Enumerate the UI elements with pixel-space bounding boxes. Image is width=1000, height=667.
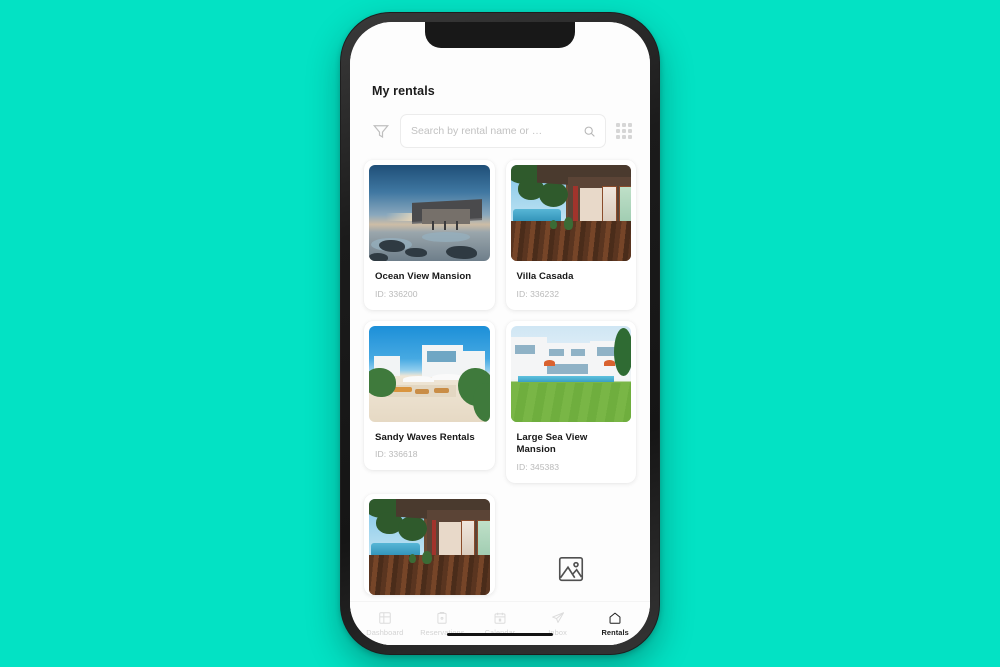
rental-info: Sandy Waves Rentals ID: 336618	[369, 422, 490, 471]
grid-dot	[622, 129, 626, 133]
rental-card[interactable]: Ocean View Mansion ID: 336200	[364, 160, 495, 310]
rental-card[interactable]: Sandy Waves Rentals ID: 336618	[364, 320, 495, 471]
phone-device: My rentals Search by rental name or … Oc…	[340, 12, 660, 655]
rental-name: Villa Casada	[516, 271, 574, 282]
rentals-scroll-area[interactable]: Ocean View Mansion ID: 336200 Villa Casa…	[350, 148, 650, 601]
tab-dashboard[interactable]: Dashboard	[356, 611, 414, 637]
rental-id: ID: 336200	[375, 288, 418, 299]
rental-photo	[369, 165, 490, 261]
rental-id: ID: 336618	[375, 449, 418, 460]
rental-card[interactable]	[364, 493, 495, 595]
rental-info: Villa Casada ID: 336232	[511, 261, 632, 310]
home-icon	[609, 612, 621, 624]
image-placeholder-icon	[558, 556, 583, 582]
grid-dot	[616, 123, 620, 127]
grid-dot	[622, 123, 626, 127]
rental-photo	[369, 325, 490, 422]
calendar-icon	[494, 612, 506, 624]
dashboard-grid-icon	[379, 611, 391, 624]
rental-info: Large Sea View Mansion ID: 345383	[511, 422, 632, 483]
tab-label: Rentals	[601, 627, 629, 637]
grid-dot	[616, 129, 620, 133]
rental-photo	[510, 165, 631, 261]
home-indicator	[447, 632, 553, 636]
search-toolbar	[350, 98, 650, 148]
grid-dot	[616, 135, 620, 139]
reservations-door-icon	[437, 611, 447, 624]
rental-name: Ocean View Mansion	[375, 271, 472, 282]
rental-card[interactable]: Villa Casada ID: 336232	[505, 160, 636, 310]
grid-dots-icon[interactable]	[616, 123, 632, 139]
rental-id: ID: 336232	[516, 288, 560, 299]
grid-dot	[628, 135, 632, 139]
paper-plane-icon	[551, 611, 564, 623]
grid-dot	[622, 135, 626, 139]
search-box[interactable]	[400, 114, 606, 148]
rental-photo	[510, 325, 631, 422]
page-title: My rentals	[372, 84, 435, 98]
phone-notch	[425, 22, 575, 48]
bottom-tab-bar: Dashboard Reservations Calendar	[350, 601, 650, 645]
rental-placeholder-card[interactable]	[505, 493, 636, 601]
grid-dot	[628, 123, 632, 127]
phone-screen: My rentals Search by rental name or … Oc…	[350, 22, 650, 645]
search-input[interactable]	[411, 125, 583, 137]
rental-card[interactable]: Large Sea View Mansion ID: 345383	[505, 320, 636, 483]
rentals-app: My rentals Search by rental name or … Oc…	[350, 22, 650, 645]
rental-name: Sandy Waves Rentals	[375, 431, 475, 443]
search-icon[interactable]	[583, 125, 596, 138]
rental-name: Large Sea View Mansion	[516, 431, 588, 456]
tab-rentals[interactable]: Rentals	[586, 611, 644, 637]
rental-id: ID: 345383	[516, 461, 560, 472]
rentals-grid: Ocean View Mansion ID: 336200 Villa Casa…	[364, 160, 636, 601]
grid-dot	[628, 129, 632, 133]
rental-info: Ocean View Mansion ID: 336200	[369, 261, 490, 310]
filter-funnel-icon[interactable]	[372, 122, 390, 140]
rental-photo	[369, 498, 490, 595]
tab-label: Dashboard	[366, 627, 404, 637]
